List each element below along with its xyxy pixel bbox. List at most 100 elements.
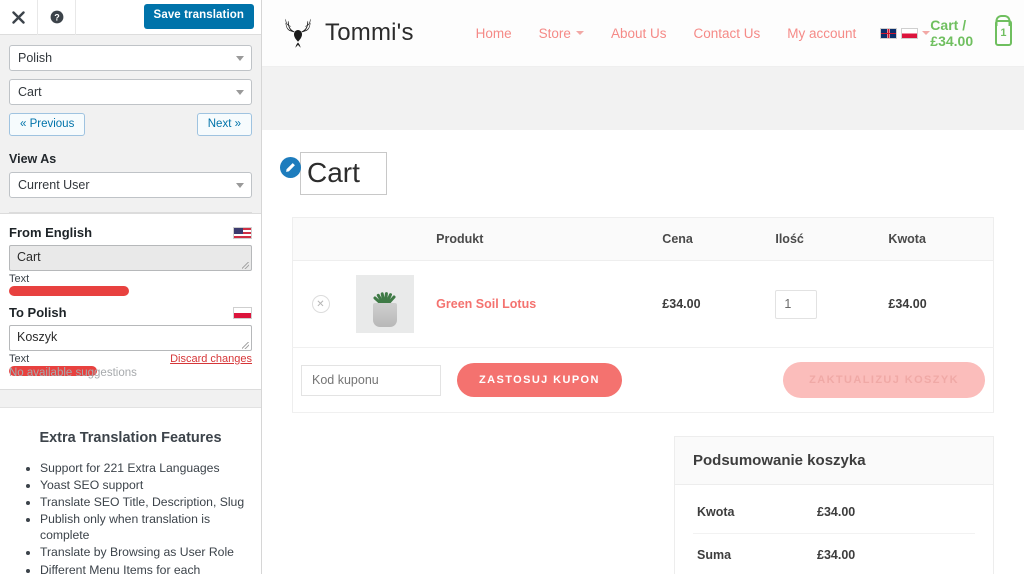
column-header-thumbnail <box>348 217 429 261</box>
totals-value: £34.00 <box>817 505 856 519</box>
pencil-edit-icon[interactable] <box>280 157 301 178</box>
cart-page: Cart Produkt Cena Ilość Kwota ✕ Green So… <box>262 130 1024 574</box>
next-button[interactable]: Next » <box>196 113 252 136</box>
target-header: To Polish <box>9 305 252 320</box>
target-heading: To Polish <box>9 305 67 320</box>
us-flag-icon <box>233 226 252 239</box>
translation-sidebar: ? Save translation Polish Cart « Previou… <box>0 0 262 574</box>
list-item: Different Menu Items for each Language <box>40 562 247 574</box>
site-logo[interactable]: Tommi's <box>280 16 414 50</box>
close-icon[interactable] <box>0 0 38 35</box>
nav-item-about-us[interactable]: About Us <box>611 26 667 41</box>
extra-features-panel: Extra Translation Features Support for 2… <box>0 407 261 574</box>
update-cart-button[interactable]: ZAKTUALIZUJ KOSZYK <box>783 362 985 398</box>
features-title: Extra Translation Features <box>39 430 222 446</box>
pl-flag-icon <box>901 27 919 39</box>
column-header-quantity: Ilość <box>767 217 881 261</box>
resize-grip-icon[interactable] <box>242 262 249 269</box>
nav-item-home[interactable]: Home <box>476 26 512 41</box>
string-select[interactable]: Cart <box>9 79 252 105</box>
help-icon[interactable]: ? <box>38 0 76 35</box>
main-navigation: Home Store About Us Contact Us My accoun… <box>476 26 857 41</box>
list-item: Yoast SEO support <box>40 477 247 493</box>
cart-actions: ZASTOSUJ KUPON ZAKTUALIZUJ KOSZYK <box>301 362 985 398</box>
cell-quantity <box>767 260 881 348</box>
language-switcher[interactable] <box>880 27 931 39</box>
chevron-down-icon <box>236 183 244 188</box>
shopping-bag-icon: 1 <box>994 20 1012 46</box>
source-heading: From English <box>9 225 93 240</box>
chevron-down-icon <box>236 56 244 61</box>
cell-product: Green Soil Lotus <box>428 260 655 348</box>
features-list: Support for 221 Extra Languages Yoast SE… <box>14 460 247 574</box>
totals-key: Suma <box>697 548 732 562</box>
page-title-row: Cart <box>280 152 994 195</box>
page-title[interactable]: Cart <box>300 152 387 195</box>
cart-table-body: ✕ Green Soil Lotus £34.00 1 £34.00 Kod k… <box>292 260 994 413</box>
string-select-value: Cart <box>18 85 42 99</box>
nav-label: Contact Us <box>693 25 761 41</box>
remove-item-icon[interactable]: ✕ <box>311 295 330 313</box>
chevron-down-icon <box>575 31 584 35</box>
plant-pot <box>373 303 397 327</box>
view-as-select[interactable]: Current User <box>9 172 252 198</box>
cell-remove: ✕ <box>292 260 348 348</box>
cell-subtotal: £34.00 <box>880 260 994 348</box>
svg-text:?: ? <box>54 12 60 22</box>
pagination-row: « Previous Next » <box>9 113 252 136</box>
list-item: Translate SEO Title, Description, Slug <box>40 494 247 510</box>
nav-label: About Us <box>610 25 667 41</box>
redacted-bar <box>9 286 129 296</box>
nav-item-store[interactable]: Store <box>539 26 584 41</box>
nav-item-my-account[interactable]: My account <box>787 26 856 41</box>
cart-table-head: Produkt Cena Ilość Kwota <box>292 217 994 261</box>
totals-row-total: Suma £34.00 <box>693 534 975 574</box>
cell-thumbnail <box>348 260 429 348</box>
coupon-input[interactable] <box>301 364 441 396</box>
column-header-price: Cena <box>654 217 768 261</box>
table-row: ✕ Green Soil Lotus £34.00 1 £34.00 <box>292 260 994 348</box>
totals-row-subtotal: Kwota £34.00 <box>693 491 975 534</box>
nav-label: Home <box>475 25 512 41</box>
page-hero-strip <box>262 67 1024 130</box>
cart-table: Produkt Cena Ilość Kwota ✕ Green Soil Lo… <box>292 217 994 413</box>
source-header: From English <box>9 225 252 240</box>
list-item: Publish only when translation is complet… <box>40 511 247 543</box>
sidebar-controls: Polish Cart « Previous Next » View As Cu… <box>0 35 261 213</box>
site-header: Tommi's Home Store About Us Contact Us M… <box>262 0 1024 67</box>
totals-key: Kwota <box>697 505 735 519</box>
save-translation-button[interactable]: Save translation <box>143 4 254 29</box>
header-cart-link[interactable]: Cart / £34.00 1 <box>930 17 1012 49</box>
plant-thumbnail[interactable] <box>356 275 414 333</box>
target-text-field[interactable]: Koszyk <box>9 325 252 351</box>
nav-item-contact-us[interactable]: Contact Us <box>693 26 760 41</box>
screen-root: ? Save translation Polish Cart « Previou… <box>0 0 1024 574</box>
previous-button[interactable]: « Previous <box>9 113 86 136</box>
target-text-value: Koszyk <box>17 330 58 344</box>
totals-value: £34.00 <box>817 548 856 562</box>
column-header-product: Produkt <box>428 217 655 261</box>
source-text-field[interactable]: Cart <box>9 245 252 271</box>
table-header-row: Produkt Cena Ilość Kwota <box>292 217 994 261</box>
cart-totals: Podsumowanie koszyka Kwota £34.00 Suma £… <box>674 436 994 574</box>
cart-actions-row: ZASTOSUJ KUPON ZAKTUALIZUJ KOSZYK <box>292 347 994 413</box>
suggestions-text: No available suggestions <box>9 367 137 379</box>
view-as-select-value: Current User <box>18 178 90 192</box>
chevron-down-icon <box>236 90 244 95</box>
resize-grip-icon[interactable] <box>242 342 249 349</box>
discard-changes-link[interactable]: Discard changes <box>170 353 252 365</box>
language-select-value: Polish <box>18 51 53 65</box>
apply-coupon-button[interactable]: ZASTOSUJ KUPON <box>457 363 622 397</box>
view-as-label: View As <box>9 152 57 166</box>
product-link[interactable]: Green Soil Lotus <box>436 297 536 311</box>
column-header-subtotal: Kwota <box>880 217 994 261</box>
nav-label: My account <box>787 25 857 41</box>
brand-name: Tommi's <box>325 19 414 46</box>
language-select[interactable]: Polish <box>9 45 252 71</box>
nav-label: Store <box>538 25 571 41</box>
source-meta: Text <box>9 273 252 296</box>
source-meta-label: Text <box>9 273 30 285</box>
quantity-input[interactable] <box>775 289 818 319</box>
header-cart-label: Cart / £34.00 <box>930 17 974 49</box>
cell-price: £34.00 <box>654 260 768 348</box>
